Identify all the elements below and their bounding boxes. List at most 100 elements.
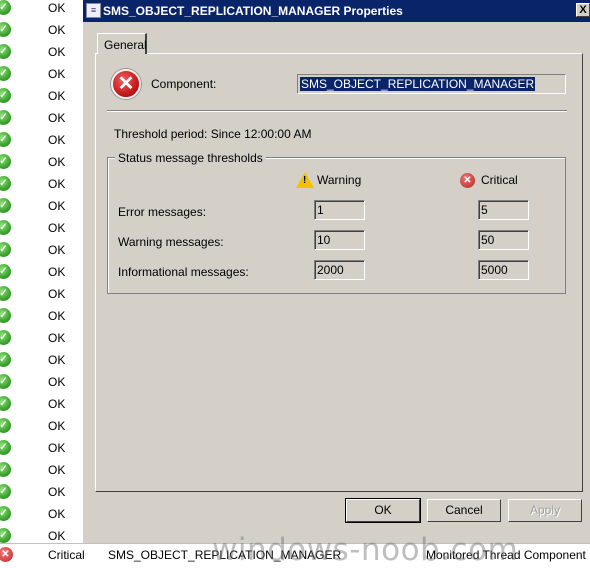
row-status: OK <box>48 199 66 213</box>
row-status: OK <box>48 309 66 323</box>
ok-check-icon: ✓ <box>0 528 11 543</box>
list-row-ok[interactable]: ✓ OK <box>0 459 82 481</box>
list-row-ok[interactable]: ✓ OK <box>0 371 82 393</box>
list-row-ok[interactable]: ✓ OK <box>0 437 82 459</box>
list-row-ok[interactable]: ✓ OK <box>0 239 82 261</box>
row-status: OK <box>48 463 66 477</box>
list-row-ok[interactable]: ✓ OK <box>0 481 82 503</box>
ok-check-icon: ✓ <box>0 66 11 81</box>
list-row-ok[interactable]: ✓ OK <box>0 217 82 239</box>
component-field[interactable]: SMS_OBJECT_REPLICATION_MANAGER <box>297 74 566 94</box>
row-status: OK <box>48 133 66 147</box>
list-row-ok[interactable]: ✓ OK <box>0 393 82 415</box>
row-status: OK <box>48 331 66 345</box>
row-status: OK <box>48 507 66 521</box>
list-row-ok[interactable]: ✓ OK <box>0 107 82 129</box>
row-status: OK <box>48 155 66 169</box>
ok-check-icon: ✓ <box>0 286 11 301</box>
ok-button[interactable]: OK <box>345 498 421 523</box>
component-value: SMS_OBJECT_REPLICATION_MANAGER <box>300 77 536 91</box>
error-warning-field[interactable]: 1 <box>314 200 365 220</box>
list-row-ok[interactable]: ✓ OK <box>0 261 82 283</box>
row-status: OK <box>48 243 66 257</box>
list-row-ok[interactable]: ✓ OK <box>0 415 82 437</box>
error-critical-field[interactable]: 5 <box>478 200 529 220</box>
ok-check-icon: ✓ <box>0 176 11 191</box>
list-row-critical[interactable]: ✕ Critical SMS_OBJECT_REPLICATION_MANAGE… <box>0 543 590 566</box>
critical-icon: ✕ <box>460 173 475 188</box>
threshold-period: Threshold period: Since 12:00:00 AM <box>114 127 312 141</box>
list-row-ok[interactable]: ✓ OK <box>0 129 82 151</box>
list-row-ok[interactable]: ✓ OK <box>0 305 82 327</box>
list-row-ok[interactable]: ✓ OK <box>0 283 82 305</box>
separator <box>107 110 567 112</box>
list-row-ok[interactable]: ✓ OK <box>0 19 82 41</box>
list-row-ok[interactable]: ✓ OK <box>0 85 82 107</box>
ok-check-icon: ✓ <box>0 506 11 521</box>
row-type: Monitored Thread Component <box>426 548 586 562</box>
row-status: Critical <box>48 548 85 562</box>
dialog-title: SMS_OBJECT_REPLICATION_MANAGER Propertie… <box>103 4 403 18</box>
row-status: OK <box>48 111 66 125</box>
row-status: OK <box>48 485 66 499</box>
list-row-ok[interactable]: ✓ OK <box>0 173 82 195</box>
close-button[interactable]: X <box>576 3 590 17</box>
informational-critical-field[interactable]: 5000 <box>478 260 529 280</box>
properties-dialog: ≡ SMS_OBJECT_REPLICATION_MANAGER Propert… <box>82 0 590 543</box>
row-status: OK <box>48 265 66 279</box>
warning-warning-field[interactable]: 10 <box>314 230 365 250</box>
warning-messages-label: Warning messages: <box>118 235 224 249</box>
row-status: OK <box>48 287 66 301</box>
row-status: OK <box>48 45 66 59</box>
ok-check-icon: ✓ <box>0 132 11 147</box>
list-row-ok[interactable]: ✓ OK <box>0 195 82 217</box>
row-status: OK <box>48 89 66 103</box>
list-row-ok[interactable]: ✓ OK <box>0 327 82 349</box>
ok-check-icon: ✓ <box>0 220 11 235</box>
ok-check-icon: ✓ <box>0 396 11 411</box>
warning-header: Warning <box>317 173 362 187</box>
ok-check-icon: ✓ <box>0 242 11 257</box>
ok-check-icon: ✓ <box>0 0 11 15</box>
list-row-ok[interactable]: ✓ OK <box>0 151 82 173</box>
ok-check-icon: ✓ <box>0 88 11 103</box>
row-status: OK <box>48 529 66 543</box>
ok-check-icon: ✓ <box>0 154 11 169</box>
critical-icon: ✕ <box>0 547 13 562</box>
informational-messages-label: Informational messages: <box>118 265 249 279</box>
apply-button[interactable]: Apply <box>508 499 582 522</box>
ok-check-icon: ✓ <box>0 374 11 389</box>
group-label: Status message thresholds <box>115 151 266 165</box>
row-component: SMS_OBJECT_REPLICATION_MANAGER <box>108 548 342 562</box>
cancel-button[interactable]: Cancel <box>427 499 501 522</box>
ok-check-icon: ✓ <box>0 308 11 323</box>
row-status: OK <box>48 375 66 389</box>
title-bar[interactable]: ≡ SMS_OBJECT_REPLICATION_MANAGER Propert… <box>83 0 590 22</box>
ok-check-icon: ✓ <box>0 44 11 59</box>
ok-check-icon: ✓ <box>0 352 11 367</box>
row-status: OK <box>48 177 66 191</box>
row-status: OK <box>48 1 66 15</box>
list-row-ok[interactable]: ✓ OK <box>0 63 82 85</box>
ok-check-icon: ✓ <box>0 264 11 279</box>
list-row-ok[interactable]: ✓ OK <box>0 349 82 371</box>
row-status: OK <box>48 419 66 433</box>
ok-check-icon: ✓ <box>0 22 11 37</box>
ok-check-icon: ✓ <box>0 198 11 213</box>
row-status: OK <box>48 67 66 81</box>
informational-warning-field[interactable]: 2000 <box>314 260 365 280</box>
status-list: ✓ OK ✓ OK ✓ OK ✓ OK ✓ OK ✓ OK ✓ OK ✓ OK ✓ OK ✓ OK ✓ OK ✓ OK ✓ OK ✓… <box>0 0 82 543</box>
ok-check-icon: ✓ <box>0 110 11 125</box>
ok-check-icon: ✓ <box>0 418 11 433</box>
tab-general[interactable]: General <box>97 33 147 54</box>
list-row-ok[interactable]: ✓ OK <box>0 503 82 525</box>
component-label: Component: <box>151 77 217 91</box>
list-row-ok[interactable]: ✓ OK <box>0 0 82 19</box>
row-status: OK <box>48 353 66 367</box>
error-messages-label: Error messages: <box>118 205 207 219</box>
row-status: OK <box>48 441 66 455</box>
list-row-ok[interactable]: ✓ OK <box>0 41 82 63</box>
properties-icon: ≡ <box>86 3 101 18</box>
warning-critical-field[interactable]: 50 <box>478 230 529 250</box>
ok-check-icon: ✓ <box>0 484 11 499</box>
